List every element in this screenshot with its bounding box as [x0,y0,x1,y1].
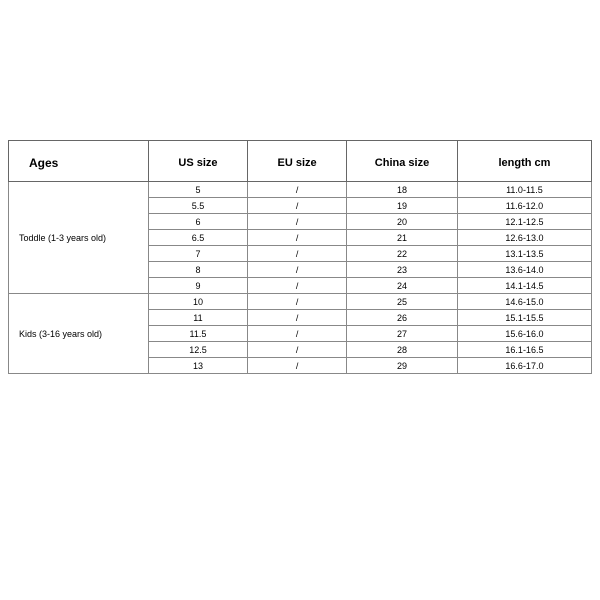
header-length: length cm [457,141,591,182]
header-us-size: US size [148,141,247,182]
cell-eu: / [248,278,347,294]
cell-china: 28 [347,342,458,358]
cell-eu: / [248,358,347,374]
cell-us: 6 [148,214,247,230]
size-chart-table: Ages US size EU size China size length c… [8,140,592,374]
cell-us: 13 [148,358,247,374]
cell-china: 19 [347,198,458,214]
cell-eu: / [248,326,347,342]
cell-us: 11.5 [148,326,247,342]
cell-eu: / [248,262,347,278]
cell-length: 12.6-13.0 [457,230,591,246]
cell-eu: / [248,198,347,214]
cell-china: 29 [347,358,458,374]
table-row: Toddle (1-3 years old)5/1811.0-11.5 [9,182,592,198]
cell-china: 27 [347,326,458,342]
cell-eu: / [248,214,347,230]
header-row: Ages US size EU size China size length c… [9,141,592,182]
cell-length: 13.1-13.5 [457,246,591,262]
cell-us: 6.5 [148,230,247,246]
cell-length: 13.6-14.0 [457,262,591,278]
cell-eu: / [248,294,347,310]
cell-length: 12.1-12.5 [457,214,591,230]
cell-eu: / [248,182,347,198]
cell-length: 16.1-16.5 [457,342,591,358]
cell-china: 21 [347,230,458,246]
cell-eu: / [248,342,347,358]
cell-china: 26 [347,310,458,326]
cell-length: 14.6-15.0 [457,294,591,310]
cell-eu: / [248,230,347,246]
cell-us: 10 [148,294,247,310]
cell-us: 12.5 [148,342,247,358]
cell-length: 15.6-16.0 [457,326,591,342]
cell-china: 23 [347,262,458,278]
cell-length: 11.6-12.0 [457,198,591,214]
cell-us: 5 [148,182,247,198]
cell-length: 15.1-15.5 [457,310,591,326]
header-ages: Ages [9,141,149,182]
cell-us: 7 [148,246,247,262]
header-eu-size: EU size [248,141,347,182]
cell-china: 25 [347,294,458,310]
cell-eu: / [248,310,347,326]
cell-length: 16.6-17.0 [457,358,591,374]
cell-us: 8 [148,262,247,278]
group-label: Toddle (1-3 years old) [9,182,149,294]
cell-length: 11.0-11.5 [457,182,591,198]
cell-china: 22 [347,246,458,262]
table-row: Kids (3-16 years old)10/2514.6-15.0 [9,294,592,310]
group-label: Kids (3-16 years old) [9,294,149,374]
cell-china: 18 [347,182,458,198]
cell-length: 14.1-14.5 [457,278,591,294]
cell-eu: / [248,246,347,262]
header-china-size: China size [347,141,458,182]
cell-china: 20 [347,214,458,230]
cell-us: 5.5 [148,198,247,214]
cell-china: 24 [347,278,458,294]
cell-us: 11 [148,310,247,326]
cell-us: 9 [148,278,247,294]
